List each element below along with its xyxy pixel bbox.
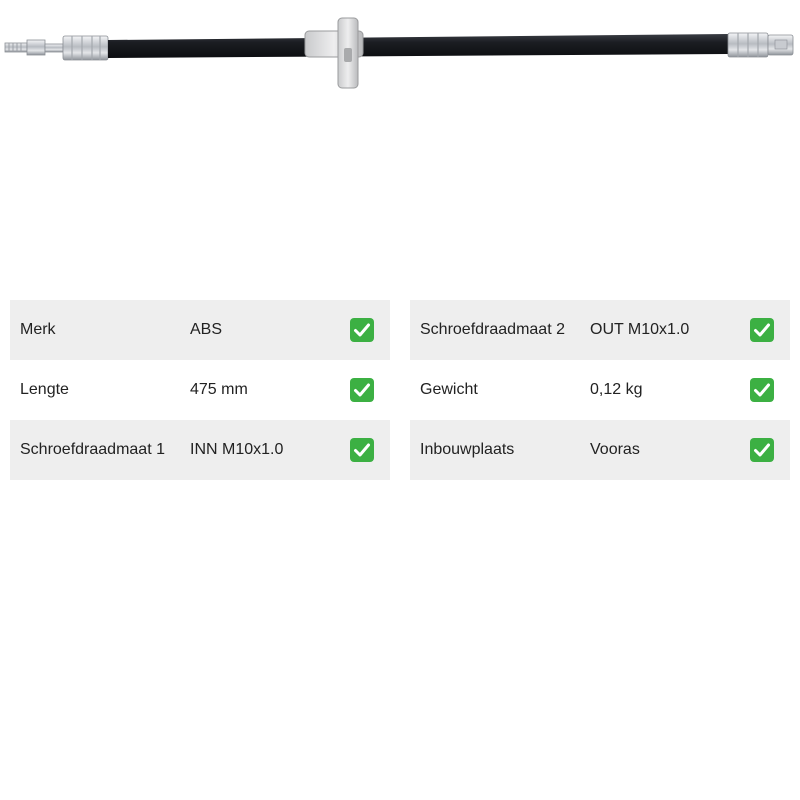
spec-label: Schroefdraadmaat 1 [20, 441, 165, 458]
check-mark-icon [750, 438, 774, 462]
check-mark-icon [350, 438, 374, 462]
check-mark-icon [750, 318, 774, 342]
spec-label: Merk [20, 321, 56, 338]
spec-table-right: Schroefdraadmaat 2 OUT M10x1.0 Gewicht 0… [410, 300, 790, 480]
check-mark-icon [750, 378, 774, 402]
spec-value: OUT M10x1.0 [590, 321, 690, 338]
check-mark-icon [350, 378, 374, 402]
spec-label: Inbouwplaats [420, 441, 515, 458]
spec-value: 475 mm [190, 381, 248, 398]
spec-value: Vooras [590, 441, 640, 458]
brake-hose-image [4, 17, 794, 89]
spec-row-length: Lengte 475 mm [10, 360, 390, 420]
check-mark-icon [350, 318, 374, 342]
spec-label: Lengte [20, 381, 69, 398]
spec-row-weight: Gewicht 0,12 kg [410, 360, 790, 420]
spec-label: Schroefdraadmaat 2 [420, 321, 565, 338]
spec-row-thread-size-1: Schroefdraadmaat 1 INN M10x1.0 [10, 420, 390, 480]
spec-value: INN M10x1.0 [190, 441, 284, 458]
spec-label: Gewicht [420, 381, 478, 398]
spec-row-mounting-position: Inbouwplaats Vooras [410, 420, 790, 480]
spec-value: ABS [190, 321, 223, 338]
spec-row-brand: Merk ABS [10, 300, 390, 360]
spec-table-left: Merk ABS Lengte 475 mm Schroefdraadmaat … [10, 300, 390, 480]
spec-row-thread-size-2: Schroefdraadmaat 2 OUT M10x1.0 [410, 300, 790, 360]
spec-value: 0,12 kg [590, 381, 643, 398]
